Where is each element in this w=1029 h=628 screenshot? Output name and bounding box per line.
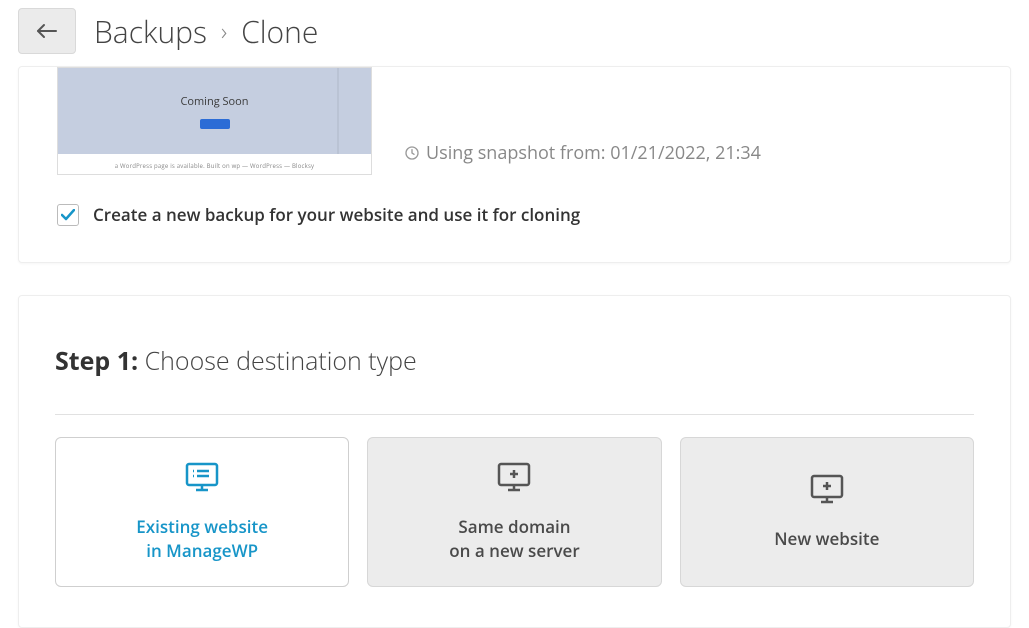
create-backup-label: Create a new backup for your website and… (93, 203, 580, 226)
monitor-list-icon (185, 462, 219, 497)
thumbnail-button-graphic (200, 119, 230, 129)
check-icon (61, 209, 75, 221)
option-same-domain-new-server[interactable]: Same domain on a new server (367, 437, 661, 587)
thumbnail-placeholder-text: Coming Soon (180, 94, 248, 109)
clock-icon (404, 145, 420, 161)
monitor-plus-icon (497, 462, 531, 497)
breadcrumb-current: Clone (241, 11, 318, 52)
divider (55, 414, 974, 415)
back-button[interactable] (18, 8, 76, 54)
monitor-plus-icon (810, 474, 844, 509)
page-header: Backups › Clone (0, 0, 1029, 66)
source-snapshot-card: Coming Soon a WordPress page is availabl… (18, 66, 1011, 263)
option-new-website[interactable]: New website (680, 437, 974, 587)
thumbnail-footer-text: a WordPress page is available. Built on … (58, 162, 371, 170)
option-label-line1: Existing website (136, 515, 268, 539)
chevron-right-icon: › (221, 15, 227, 48)
snapshot-timestamp: Using snapshot from: 01/21/2022, 21:34 (404, 141, 761, 175)
website-thumbnail: Coming Soon a WordPress page is availabl… (57, 67, 372, 175)
option-label-line1: Same domain (458, 515, 570, 539)
option-label-line2: on a new server (449, 539, 579, 563)
arrow-left-icon (36, 23, 58, 39)
option-label-line1: New website (774, 527, 879, 551)
option-label-line2: in ManageWP (146, 539, 258, 563)
step1-title: Step 1: Choose destination type (55, 344, 974, 378)
breadcrumb-root[interactable]: Backups (94, 11, 207, 52)
option-existing-website[interactable]: Existing website in ManageWP (55, 437, 349, 587)
step1-card: Step 1: Choose destination type Existing… (18, 295, 1011, 628)
create-backup-checkbox[interactable] (57, 204, 79, 226)
breadcrumb: Backups › Clone (94, 11, 318, 52)
